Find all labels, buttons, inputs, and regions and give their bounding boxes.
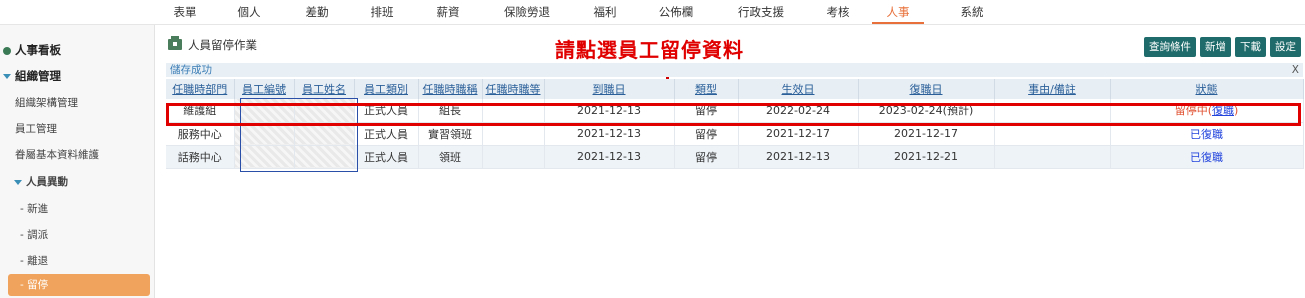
nav-personal[interactable]: 個人 [234,0,264,24]
briefcase-icon [168,36,182,50]
main-content: 人員留停作業 請點選員工留停資料 查詢條件 新增 下載 設定 儲存成功 X 任職… [160,25,1305,298]
chevron-down-icon [3,74,11,79]
col-note[interactable]: 事由/備註 [994,79,1111,99]
dashboard-icon [3,46,11,55]
chevron-down-icon [14,179,22,185]
nav-evaluation[interactable]: 考核 [823,0,853,24]
col-return[interactable]: 復職日 [858,79,995,99]
col-effective[interactable]: 生效日 [738,79,859,99]
query-button[interactable]: 查詢條件 [1144,37,1196,57]
nav-insurance[interactable]: 保險勞退 [499,0,555,24]
nav-scheduling[interactable]: 排班 [367,0,397,24]
settings-button[interactable]: 設定 [1270,37,1301,57]
col-status[interactable]: 狀態 [1110,79,1304,99]
table-header: 任職時部門 員工編號 員工姓名 員工類別 任職時職稱 任職時職等 到職日 類型 … [166,79,1304,99]
nav-bulletin[interactable]: 公佈欄 [655,0,697,24]
add-button[interactable]: 新增 [1200,37,1231,57]
sidebar-item-suspend[interactable]: - 留停 [8,274,150,296]
sidebar-item-employee-management[interactable]: 員工管理 [15,121,170,136]
close-icon[interactable]: X [1292,63,1299,77]
nav-hr[interactable]: 人事 [872,0,924,24]
col-hire-date[interactable]: 到職日 [544,79,675,99]
col-title[interactable]: 任職時職稱 [418,79,483,99]
sidebar-item-org-management[interactable]: 組織管理 [3,68,158,84]
top-navigation: 表單 個人 差勤 排班 薪資 保險勞退 福利 公佈欄 行政支援 考核 人事 系統 [0,0,1305,25]
nav-payroll[interactable]: 薪資 [433,0,463,24]
instruction-annotation: 請點選員工留停資料 [555,38,744,62]
sidebar-item-resign[interactable]: - 離退 [20,253,175,268]
col-emp-id[interactable]: 員工編號 [234,79,295,99]
sidebar-item-family-basic[interactable]: 眷屬基本資料維護 [15,147,170,162]
nav-admin-support[interactable]: 行政支援 [733,0,789,24]
redaction-frame [240,98,358,172]
reinstate-link[interactable]: 復職 [1212,104,1234,117]
col-type[interactable]: 類型 [674,79,739,99]
status-badge: 已復職 [1110,122,1304,146]
nav-forms[interactable]: 表單 [170,0,200,24]
nav-system[interactable]: 系統 [957,0,987,24]
page-title: 人員留停作業 [168,36,257,53]
status-badge: 留停中(復職) [1110,99,1304,123]
sidebar-item-transfer[interactable]: - 調派 [20,227,175,242]
col-emp-type[interactable]: 員工類別 [354,79,419,99]
sidebar-item-new-hire[interactable]: - 新進 [20,201,175,216]
col-emp-name[interactable]: 員工姓名 [294,79,355,99]
nav-attendance[interactable]: 差勤 [302,0,332,24]
toolbar: 查詢條件 新增 下載 設定 [1144,37,1301,57]
sidebar-item-personnel-changes[interactable]: 人員異動 [14,174,169,189]
download-button[interactable]: 下載 [1235,37,1266,57]
col-grade[interactable]: 任職時職等 [482,79,545,99]
sidebar-item-org-structure[interactable]: 組織架構管理 [15,95,170,110]
sidebar: 人事看板 組織管理 組織架構管理 員工管理 眷屬基本資料維護 人員異動 - 新進… [0,25,155,298]
status-badge: 已復職 [1110,145,1304,169]
nav-welfare[interactable]: 福利 [590,0,620,24]
col-dept[interactable]: 任職時部門 [166,79,235,99]
status-message: 儲存成功 X [166,63,1303,77]
sidebar-item-hr-dashboard[interactable]: 人事看板 [3,42,158,58]
